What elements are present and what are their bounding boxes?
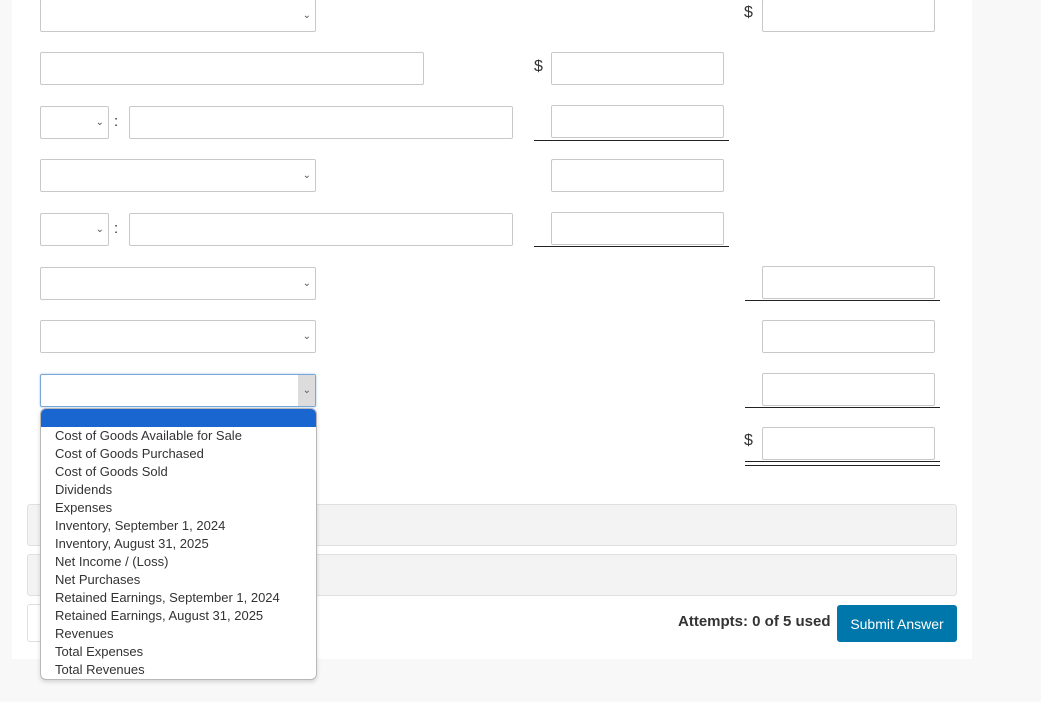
description-input[interactable] — [40, 52, 424, 85]
dropdown-option[interactable]: Inventory, September 1, 2024 — [41, 517, 316, 535]
attempts-counter: Attempts: 0 of 5 used — [678, 613, 831, 630]
dropdown-option[interactable]: Retained Earnings, August 31, 2025 — [41, 607, 316, 625]
amount-input-col3-row8[interactable] — [762, 373, 935, 406]
total-amount-input[interactable] — [762, 427, 935, 460]
account-select-3[interactable]: ⌄ — [40, 267, 316, 300]
dropdown-option[interactable]: Total Expenses — [41, 643, 316, 661]
dropdown-option[interactable]: Inventory, August 31, 2025 — [41, 535, 316, 553]
dropdown-option[interactable]: Cost of Goods Available for Sale — [41, 427, 316, 445]
dropdown-option[interactable]: Revenues — [41, 625, 316, 643]
account-select-5[interactable]: ⌄ — [40, 374, 316, 407]
subtotal-rule — [534, 246, 729, 247]
chevron-down-icon: ⌄ — [302, 384, 311, 396]
amount-input-col2-row2[interactable] — [551, 52, 724, 85]
subtotal-rule — [745, 300, 940, 301]
submit-answer-button[interactable]: Submit Answer — [837, 605, 957, 642]
dropdown-option[interactable]: Cost of Goods Sold — [41, 463, 316, 481]
currency-symbol: $ — [744, 432, 753, 449]
amount-input-col3-row1[interactable] — [762, 0, 935, 32]
amount-input-col2-row4[interactable] — [551, 159, 724, 192]
operator-select-1[interactable]: ⌄ — [40, 106, 109, 139]
chevron-down-icon: ⌄ — [95, 116, 104, 128]
chevron-down-icon: ⌄ — [302, 330, 311, 342]
chevron-down-icon: ⌄ — [302, 277, 311, 289]
total-double-rule — [745, 461, 940, 466]
currency-symbol: $ — [744, 4, 753, 21]
amount-input-col2-row3[interactable] — [551, 105, 724, 138]
dropdown-option[interactable]: Retained Earnings, September 1, 2024 — [41, 589, 316, 607]
currency-symbol: $ — [534, 58, 543, 75]
subtotal-rule — [534, 140, 729, 141]
dropdown-option[interactable]: Dividends — [41, 481, 316, 499]
chevron-down-icon: ⌄ — [302, 169, 311, 181]
chevron-down-icon: ⌄ — [95, 223, 104, 235]
account-select-2[interactable]: ⌄ — [40, 159, 316, 192]
dropdown-option[interactable]: Total Revenues — [41, 661, 316, 679]
adjustment-description-input-1[interactable] — [129, 106, 513, 139]
dropdown-option[interactable]: Net Income / (Loss) — [41, 553, 316, 571]
account-dropdown-list[interactable]: Cost of Goods Available for Sale Cost of… — [40, 408, 317, 680]
chevron-down-icon: ⌄ — [302, 9, 311, 21]
dropdown-option[interactable]: Expenses — [41, 499, 316, 517]
operator-select-2[interactable]: ⌄ — [40, 213, 109, 246]
dropdown-option-blank-selected[interactable] — [41, 409, 316, 427]
adjustment-description-input-2[interactable] — [129, 213, 513, 246]
account-select-4[interactable]: ⌄ — [40, 320, 316, 353]
separator-colon: : — [114, 220, 119, 237]
dropdown-option[interactable]: Net Purchases — [41, 571, 316, 589]
amount-input-col3-row7[interactable] — [762, 320, 935, 353]
amount-input-col2-row5[interactable] — [551, 212, 724, 245]
amount-input-col3-row6[interactable] — [762, 266, 935, 299]
separator-colon: : — [114, 113, 119, 130]
subtotal-rule — [745, 407, 940, 408]
account-select-1[interactable]: ⌄ — [40, 0, 316, 32]
dropdown-option[interactable]: Cost of Goods Purchased — [41, 445, 316, 463]
